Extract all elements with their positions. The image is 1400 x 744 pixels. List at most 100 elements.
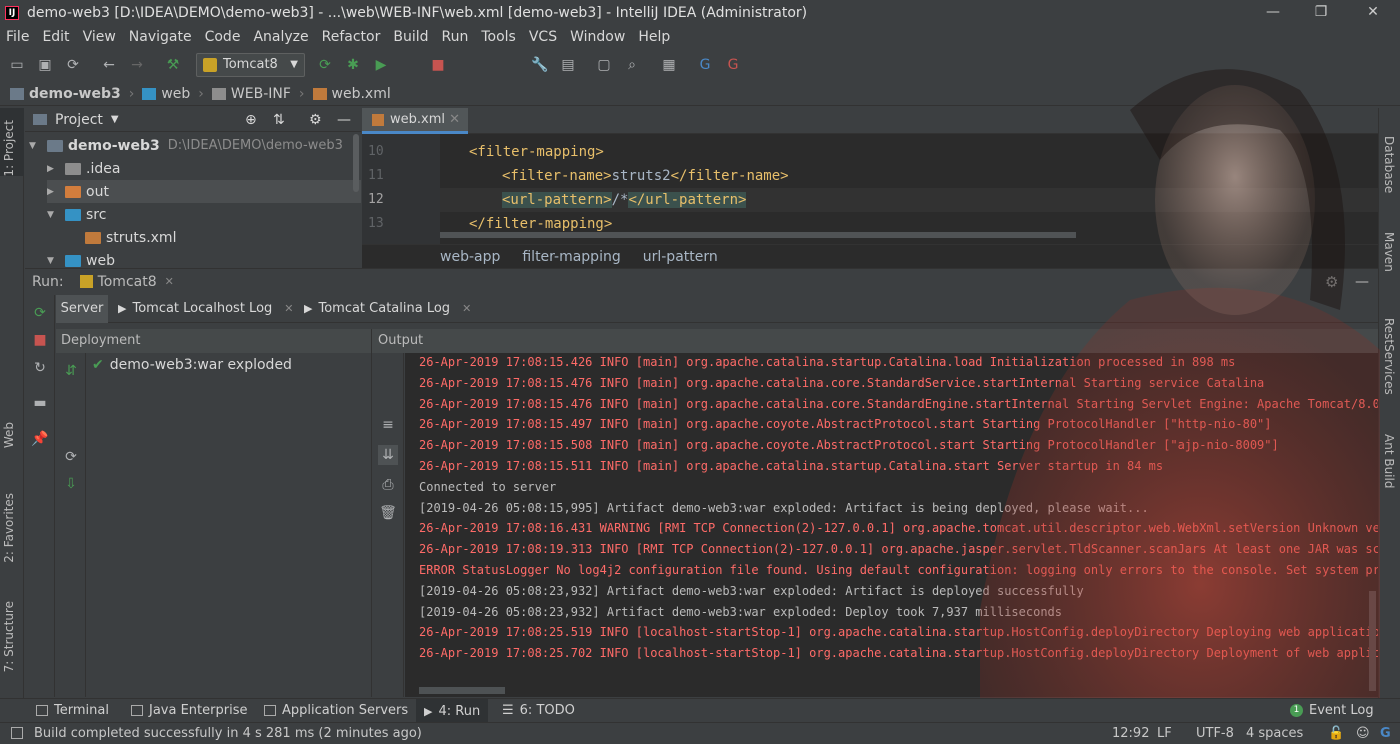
refresh-icon[interactable]: ⟳ bbox=[61, 447, 81, 467]
breadcrumb-item-web[interactable]: web › bbox=[142, 86, 204, 102]
back-icon[interactable]: ← bbox=[99, 55, 119, 75]
horizontal-scrollbar[interactable] bbox=[419, 687, 505, 694]
close-tab-icon[interactable]: ✕ bbox=[165, 275, 174, 288]
tool-tab-maven[interactable]: Maven bbox=[1382, 232, 1396, 272]
update-icon[interactable]: ⇩ bbox=[61, 474, 81, 494]
gear-icon[interactable]: ⚙ bbox=[309, 112, 322, 128]
layout-icon[interactable]: ▢ bbox=[594, 55, 614, 75]
menu-help[interactable]: Help bbox=[638, 29, 670, 45]
menu-file[interactable]: File bbox=[6, 29, 29, 45]
rerun-icon[interactable]: ⟳ bbox=[315, 55, 335, 75]
tool-tab-web[interactable]: Web bbox=[2, 422, 16, 448]
stop-icon[interactable]: ■ bbox=[30, 330, 50, 350]
debug-icon[interactable]: ✱ bbox=[343, 55, 363, 75]
stop-icon[interactable]: ■ bbox=[428, 55, 448, 75]
open-folder-icon[interactable]: ▭ bbox=[7, 55, 27, 75]
menu-tools[interactable]: Tools bbox=[481, 29, 516, 45]
xml-path-item[interactable]: web-app bbox=[440, 249, 500, 265]
tool-tab-run[interactable]: ▶ 4: Run bbox=[416, 699, 489, 723]
tree-item-src[interactable]: ▼ src bbox=[47, 203, 106, 226]
maximize-icon[interactable]: ❐ bbox=[1298, 0, 1344, 25]
forward-icon[interactable]: → bbox=[127, 55, 147, 75]
tab-server[interactable]: Server bbox=[56, 295, 108, 323]
tree-item-idea[interactable]: ▶ .idea bbox=[47, 157, 120, 180]
indent-setting[interactable]: 4 spaces bbox=[1246, 726, 1303, 741]
menu-refactor[interactable]: Refactor bbox=[322, 29, 381, 45]
tool-tab-restservices[interactable]: RestServices bbox=[1382, 318, 1396, 395]
lock-icon[interactable]: 🔓 bbox=[1328, 726, 1344, 741]
horizontal-scrollbar[interactable] bbox=[440, 232, 1076, 238]
breadcrumb-item-project[interactable]: demo-web3 › bbox=[10, 86, 134, 102]
tool-tab-project[interactable]: 1: Project bbox=[2, 120, 16, 177]
tool-tab-application-servers[interactable]: Application Servers bbox=[264, 703, 408, 718]
translate-alt-icon[interactable]: G bbox=[723, 55, 743, 75]
tool-tab-favorites[interactable]: 2: Favorites bbox=[2, 493, 16, 563]
search-icon[interactable]: ⌕ bbox=[622, 55, 642, 75]
menu-run[interactable]: Run bbox=[442, 29, 469, 45]
file-encoding[interactable]: UTF-8 bbox=[1196, 726, 1234, 741]
tree-item-struts-xml[interactable]: struts.xml bbox=[85, 226, 176, 249]
xml-path-item[interactable]: url-pattern bbox=[643, 249, 718, 265]
sync-icon[interactable]: ⟳ bbox=[63, 55, 83, 75]
tool-tab-todo[interactable]: ☰ 6: TODO bbox=[502, 703, 575, 718]
minimize-icon[interactable]: — bbox=[1250, 0, 1296, 25]
rerun-icon[interactable]: ⟳ bbox=[30, 303, 50, 323]
menu-edit[interactable]: Edit bbox=[42, 29, 69, 45]
trash-icon[interactable]: 🗑 bbox=[378, 503, 398, 523]
scroll-to-end-icon[interactable]: ⇊ bbox=[378, 445, 398, 465]
google-icon[interactable]: G bbox=[1380, 726, 1391, 741]
run-config-tab[interactable]: Tomcat8 bbox=[98, 274, 157, 290]
collapse-icon[interactable]: ⇅ bbox=[273, 112, 285, 128]
event-log-button[interactable]: 1 Event Log bbox=[1290, 703, 1374, 718]
project-view-select[interactable]: Project bbox=[55, 112, 103, 128]
tree-item-demo-web3[interactable]: ▼ demo-web3 D:\IDEA\DEMO\demo-web3 bbox=[29, 134, 343, 157]
inspector-icon[interactable]: ☺ bbox=[1356, 726, 1370, 741]
console-output[interactable]: 26-Apr-2019 17:08:15.426 INFO [main] org… bbox=[405, 353, 1378, 697]
vertical-scrollbar[interactable] bbox=[1369, 591, 1376, 691]
menu-navigate[interactable]: Navigate bbox=[129, 29, 192, 45]
xml-path-item[interactable]: filter-mapping bbox=[522, 249, 620, 265]
deploy-icon[interactable]: ⇵ bbox=[61, 361, 81, 381]
print-icon[interactable]: ⎙ bbox=[378, 475, 398, 495]
tool-tab-database[interactable]: Database bbox=[1382, 136, 1396, 193]
menu-vcs[interactable]: VCS bbox=[529, 29, 557, 45]
restart-icon[interactable]: ↻ bbox=[30, 358, 50, 378]
tree-item-out[interactable]: ▶ out bbox=[47, 180, 361, 203]
caret-position[interactable]: 12:92 bbox=[1112, 726, 1149, 741]
hide-icon[interactable]: — bbox=[337, 112, 351, 128]
project-structure-icon[interactable]: ▤ bbox=[558, 55, 578, 75]
tool-tab-structure[interactable]: 7: Structure bbox=[2, 601, 16, 672]
soft-wrap-icon[interactable]: ≡ bbox=[378, 415, 398, 435]
breadcrumb-item-file[interactable]: web.xml bbox=[312, 86, 391, 102]
gear-icon[interactable]: ⚙ bbox=[1325, 273, 1338, 291]
close-tab-icon[interactable]: ✕ bbox=[449, 108, 460, 132]
tab-web-xml[interactable]: web.xml ✕ bbox=[362, 108, 468, 134]
scrollbar[interactable] bbox=[353, 134, 359, 192]
status-message[interactable]: Build completed successfully in 4 s 281 … bbox=[34, 726, 422, 741]
menu-window[interactable]: Window bbox=[570, 29, 625, 45]
line-separator[interactable]: LF bbox=[1157, 726, 1172, 741]
save-icon[interactable]: ▣ bbox=[35, 55, 55, 75]
menu-view[interactable]: View bbox=[83, 29, 116, 45]
pin-icon[interactable]: 📌 bbox=[30, 429, 50, 449]
tool-tab-java-enterprise[interactable]: Java Enterprise bbox=[131, 703, 247, 718]
tab-tomcat-catalina-log[interactable]: ▶ Tomcat Catalina Log ✕ bbox=[304, 295, 471, 323]
layout-icon[interactable]: ▬ bbox=[30, 393, 50, 413]
close-icon[interactable]: ✕ bbox=[1350, 0, 1396, 25]
deployment-item[interactable]: ✔ demo-web3:war exploded bbox=[92, 357, 292, 373]
toggle-tool-windows-icon[interactable] bbox=[11, 727, 23, 739]
hide-icon[interactable]: — bbox=[1355, 274, 1369, 290]
run-coverage-icon[interactable]: ▶ bbox=[371, 55, 391, 75]
database-icon[interactable]: ▦ bbox=[659, 55, 679, 75]
breadcrumb-item-webinf[interactable]: WEB-INF › bbox=[211, 86, 305, 102]
menu-analyze[interactable]: Analyze bbox=[253, 29, 308, 45]
tool-tab-ant-build[interactable]: Ant Build bbox=[1382, 434, 1396, 488]
menu-build[interactable]: Build bbox=[393, 29, 428, 45]
menu-code[interactable]: Code bbox=[205, 29, 241, 45]
chevron-down-icon[interactable]: ▼ bbox=[111, 114, 119, 125]
translate-icon[interactable]: G bbox=[695, 55, 715, 75]
run-configuration-select[interactable]: Tomcat8 ▼ bbox=[196, 53, 305, 77]
build-hammer-icon[interactable]: ⚒ bbox=[163, 55, 183, 75]
tab-tomcat-localhost-log[interactable]: ▶ Tomcat Localhost Log ✕ bbox=[118, 295, 294, 323]
locate-icon[interactable]: ⊕ bbox=[245, 112, 257, 128]
